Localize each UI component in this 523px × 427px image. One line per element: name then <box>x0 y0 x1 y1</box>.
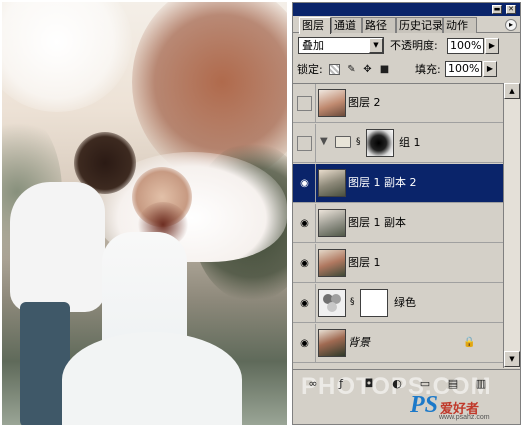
layer-name: 图层 2 <box>348 96 381 109</box>
tab-channels[interactable]: 通道 <box>331 17 362 33</box>
fill-arrow-icon[interactable]: ▶ <box>483 61 497 77</box>
mask-link-icon: § <box>350 297 355 307</box>
layer-thumbnail <box>318 329 346 357</box>
layer-name: 图层 1 副本 2 <box>348 176 417 189</box>
fill-input[interactable]: 100% <box>445 61 482 77</box>
group-mask-thumbnail <box>366 129 394 157</box>
eye-icon[interactable]: ◉ <box>297 216 312 231</box>
layer-thumbnail <box>318 209 346 237</box>
expand-triangle-icon[interactable]: ▼ <box>320 135 328 149</box>
panel-tabs: 图层 通道 路径 历史记录 动作 ▸ <box>293 16 520 34</box>
eye-icon[interactable]: ◉ <box>297 336 312 351</box>
layer-row[interactable]: ◉ 图层 1 副本 <box>293 204 503 243</box>
lock-all-icon[interactable]: ■ <box>379 64 390 75</box>
lock-brush-icon[interactable]: ✎ <box>346 64 357 75</box>
scroll-up-icon[interactable]: ▲ <box>504 83 520 99</box>
tab-history[interactable]: 历史记录 <box>396 17 443 33</box>
opacity-arrow-icon[interactable]: ▶ <box>485 38 499 54</box>
layer-mask-thumbnail <box>360 289 388 317</box>
visibility-toggle-empty[interactable] <box>297 96 312 111</box>
layer-row[interactable]: ◉ 图层 1 <box>293 244 503 283</box>
layer-list-scrollbar[interactable]: ▲ ▼ <box>503 83 520 368</box>
tab-layers[interactable]: 图层 <box>299 17 331 34</box>
wedding-photo <box>2 2 287 425</box>
lock-move-icon[interactable]: ✥ <box>362 64 373 75</box>
eye-icon[interactable]: ◉ <box>297 256 312 271</box>
layer-thumbnail <box>318 169 346 197</box>
fill-label: 填充: <box>415 63 441 76</box>
lock-transparent-icon[interactable] <box>329 64 340 75</box>
visibility-toggle-empty[interactable] <box>297 136 312 151</box>
layer-thumbnail <box>318 89 346 117</box>
scroll-down-icon[interactable]: ▼ <box>504 351 520 367</box>
blend-mode-select[interactable]: 叠加 ▼ <box>298 37 384 54</box>
opacity-input[interactable]: 100% <box>447 38 484 54</box>
layer-name: 图层 1 <box>348 256 381 269</box>
eye-icon[interactable]: ◉ <box>297 176 312 191</box>
layer-name: 背景 <box>348 336 370 349</box>
layer-name: 组 1 <box>399 136 421 149</box>
layer-thumbnail <box>318 249 346 277</box>
lock-label: 锁定: <box>297 63 323 76</box>
chevron-down-icon[interactable]: ▼ <box>369 38 383 53</box>
folder-icon <box>335 136 351 148</box>
adjustment-icon <box>318 289 346 317</box>
layer-row[interactable]: ◉ § 绿色 <box>293 284 503 323</box>
layer-row[interactable]: ◉ 背景 🔒 <box>293 324 503 363</box>
layer-row[interactable]: ▼ § 组 1 <box>293 124 503 163</box>
layer-row[interactable]: 图层 2 <box>293 84 503 123</box>
close-icon[interactable]: ✕ <box>506 5 516 14</box>
layer-list: 图层 2 ▼ § 组 1 ◉ 图层 1 副本 2 ◉ 图层 1 副本 ◉ 图层 … <box>293 83 503 368</box>
brand-ps: PS <box>410 392 439 418</box>
layer-name: 绿色 <box>394 296 416 309</box>
eye-icon[interactable]: ◉ <box>297 296 312 311</box>
tab-actions[interactable]: 动作 <box>443 17 477 33</box>
blend-opacity-row: 叠加 ▼ 不透明度: 100% ▶ <box>293 35 520 57</box>
panel-titlebar[interactable]: ▬ ✕ <box>293 3 520 16</box>
brand-url: www.psahz.com <box>439 414 490 421</box>
opacity-label: 不透明度: <box>390 39 438 52</box>
site-brand: PS 爱好者 www.psahz.com <box>292 388 521 424</box>
panel-menu-icon[interactable]: ▸ <box>505 19 517 31</box>
layers-panel: ▬ ✕ 图层 通道 路径 历史记录 动作 ▸ 叠加 ▼ 不透明度: 100% ▶… <box>292 2 521 425</box>
lock-icon: 🔒 <box>463 337 476 348</box>
minimize-icon[interactable]: ▬ <box>492 5 502 14</box>
screenshot-root: ▬ ✕ 图层 通道 路径 历史记录 动作 ▸ 叠加 ▼ 不透明度: 100% ▶… <box>0 0 523 427</box>
tab-paths[interactable]: 路径 <box>362 17 396 33</box>
blend-mode-value: 叠加 <box>302 39 324 52</box>
layer-row-selected[interactable]: ◉ 图层 1 副本 2 <box>293 164 503 203</box>
layer-name: 图层 1 副本 <box>348 216 406 229</box>
mask-link-icon: § <box>356 137 361 147</box>
